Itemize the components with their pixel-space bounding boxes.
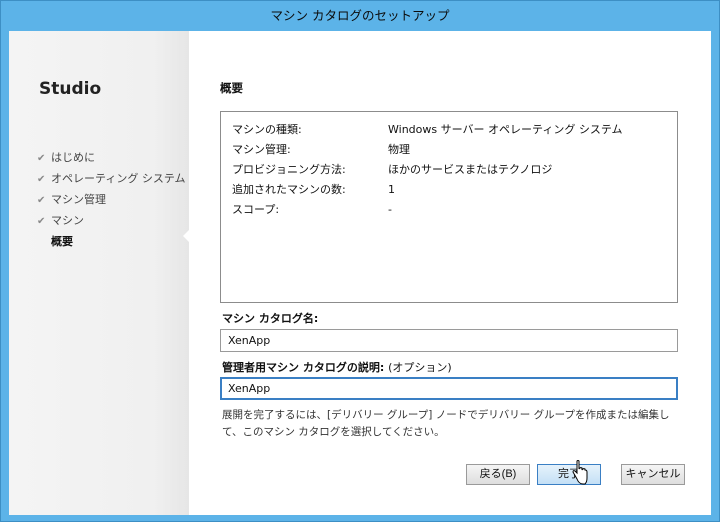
window-title: マシン カタログのセットアップ xyxy=(270,8,450,23)
checkmark-icon: ✔ xyxy=(37,195,46,206)
summary-value: 物理 xyxy=(388,143,410,156)
cancel-button[interactable]: キャンセル xyxy=(621,464,685,485)
step-label: マシン管理 xyxy=(51,193,106,206)
summary-value: 1 xyxy=(388,183,395,196)
wizard-steps: ✔ はじめに ✔ オペレーティング システム ✔ マシン管理 ✔ マシン 概要 xyxy=(37,147,186,252)
summary-row: マシン管理: 物理 xyxy=(232,140,672,160)
summary-key: プロビジョニング方法: xyxy=(232,163,346,176)
step-summary: 概要 xyxy=(37,231,186,252)
step-operating-system[interactable]: ✔ オペレーティング システム xyxy=(37,168,186,189)
summary-key: スコープ: xyxy=(232,203,280,216)
step-label: はじめに xyxy=(51,151,95,164)
description-label: 管理者用マシン カタログの説明: (オプション) xyxy=(222,359,452,375)
summary-row: マシンの種類: Windows サーバー オペレーティング システム xyxy=(232,120,672,140)
step-label: オペレーティング システム xyxy=(51,172,186,185)
summary-row: スコープ: - xyxy=(232,200,672,220)
studio-brand: Studio xyxy=(39,79,102,99)
completion-hint: 展開を完了するには、[デリバリー グループ] ノードでデリバリー グループを作成… xyxy=(222,409,670,438)
finish-button[interactable]: 完了 xyxy=(537,464,601,485)
step-machines[interactable]: ✔ マシン xyxy=(37,210,186,231)
step-introduction[interactable]: ✔ はじめに xyxy=(37,147,186,168)
catalog-name-input[interactable] xyxy=(220,329,678,352)
summary-row: 追加されたマシンの数: 1 xyxy=(232,180,672,200)
checkmark-icon: ✔ xyxy=(37,153,46,164)
hand-cursor-icon xyxy=(572,460,588,485)
checkmark-icon: ✔ xyxy=(37,216,46,227)
description-input[interactable] xyxy=(220,377,678,400)
wizard-content: 概要 マシンの種類: Windows サーバー オペレーティング システム マシ… xyxy=(189,31,711,515)
back-button[interactable]: 戻る(B) xyxy=(466,464,530,485)
summary-value: Windows サーバー オペレーティング システム xyxy=(388,123,623,136)
step-machine-management[interactable]: ✔ マシン管理 xyxy=(37,189,186,210)
wizard-body: Studio ✔ はじめに ✔ オペレーティング システム ✔ マシン管理 ✔ マシン … xyxy=(9,31,711,515)
summary-row: プロビジョニング方法: ほかのサービスまたはテクノロジ xyxy=(232,160,672,180)
summary-value: ほかのサービスまたはテクノロジ xyxy=(388,163,553,176)
summary-value: - xyxy=(388,203,392,216)
summary-box: マシンの種類: Windows サーバー オペレーティング システム マシン管理… xyxy=(220,111,678,303)
summary-key: マシンの種類: xyxy=(232,123,302,136)
description-label-text: 管理者用マシン カタログの説明: xyxy=(222,361,385,374)
wizard-sidebar: Studio ✔ はじめに ✔ オペレーティング システム ✔ マシン管理 ✔ マシン … xyxy=(9,31,190,515)
optional-tag: (オプション) xyxy=(388,361,452,374)
summary-key: 追加されたマシンの数: xyxy=(232,183,346,196)
summary-key: マシン管理: xyxy=(232,143,291,156)
step-label: 概要 xyxy=(51,235,73,248)
checkmark-icon: ✔ xyxy=(37,174,46,185)
setup-window: マシン カタログのセットアップ Studio ✔ はじめに ✔ オペレーティング シ… xyxy=(0,0,720,522)
step-label: マシン xyxy=(51,214,84,227)
page-title: 概要 xyxy=(220,81,243,95)
catalog-name-label: マシン カタログ名: xyxy=(222,312,319,325)
